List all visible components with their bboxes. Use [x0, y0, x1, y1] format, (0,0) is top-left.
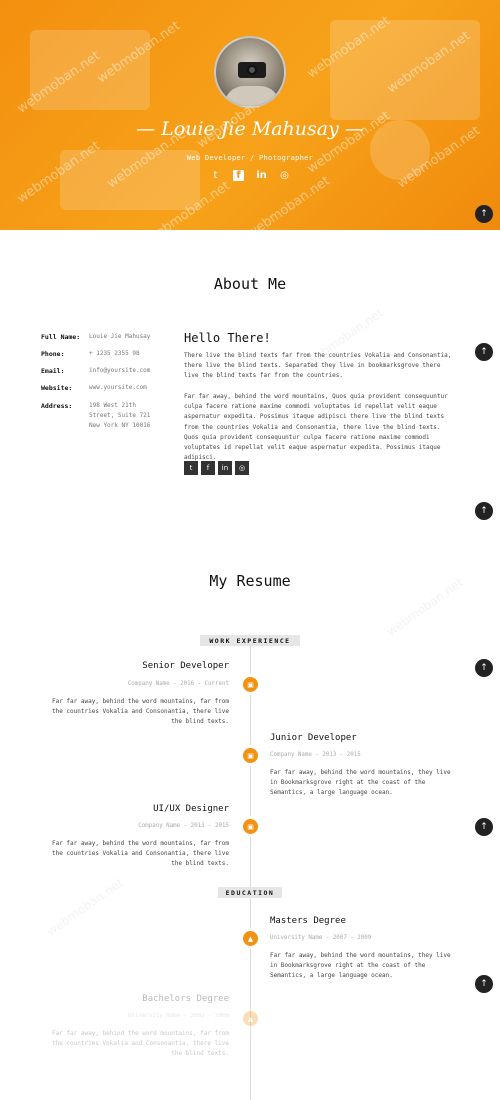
info-value-name: Louie Jie Mahusay: [89, 333, 151, 340]
hero-social-links: t f in ◎: [0, 170, 500, 181]
watermark-text: webmoban.net: [244, 173, 333, 230]
hero-banner: webmoban.net webmoban.net webmoban.net w…: [0, 0, 500, 230]
info-value-website[interactable]: www.yoursite.com: [89, 383, 169, 393]
education-description: Far far away, behind the word mountains,…: [51, 1030, 229, 1058]
linkedin-icon[interactable]: in: [218, 461, 232, 475]
watermark-text: webmoban.net: [44, 875, 126, 939]
graduation-cap-icon: ▲: [243, 1011, 258, 1026]
info-label: Phone:: [41, 350, 65, 358]
info-label: Email:: [41, 367, 65, 375]
arrow-up-icon[interactable]: ↑: [475, 502, 493, 520]
timeline-line: [250, 645, 251, 1100]
job-title: UI/UX Designer: [153, 804, 229, 814]
info-label: Address:: [41, 402, 73, 410]
education-tag: EDUCATION: [218, 887, 282, 898]
education-title: Masters Degree: [270, 916, 346, 926]
about-paragraph: There live the blind texts far from the …: [184, 352, 452, 380]
info-label: Website:: [41, 384, 73, 392]
about-title: About Me: [213, 275, 287, 293]
hero-name: — Louie Jie Mahusay —: [136, 118, 364, 140]
education-meta: University Name - 2007 - 2009: [270, 935, 372, 941]
arrow-up-icon[interactable]: ↑: [475, 343, 493, 361]
job-title: Senior Developer: [142, 661, 229, 671]
work-experience-tag: WORK EXPERIENCE: [200, 635, 300, 646]
arrow-up-icon[interactable]: ↑: [475, 818, 493, 836]
education-meta: University Name - 2002 - 2006: [127, 1013, 229, 1019]
education-title: Bachelors Degree: [142, 994, 229, 1004]
job-meta: Company Name - 2013 - 2015: [138, 823, 229, 829]
twitter-icon[interactable]: t: [184, 461, 198, 475]
twitter-icon[interactable]: t: [210, 170, 221, 181]
briefcase-icon: ▣: [243, 748, 258, 763]
briefcase-icon: ▣: [243, 819, 258, 834]
job-description: Far far away, behind the word mountains,…: [270, 769, 451, 797]
education-description: Far far away, behind the word mountains,…: [270, 952, 451, 980]
about-heading: Hello There!: [184, 331, 271, 345]
about-paragraph: Far far away, behind the word mountains,…: [184, 393, 448, 462]
job-title: Junior Developer: [270, 733, 357, 743]
briefcase-icon: ▣: [243, 677, 258, 692]
info-label: Full Name:: [41, 333, 81, 341]
resume-title: My Resume: [209, 572, 291, 590]
facebook-icon[interactable]: f: [201, 461, 215, 475]
arrow-up-icon[interactable]: ↑: [475, 205, 493, 223]
dribbble-icon[interactable]: ◎: [279, 170, 290, 181]
job-meta: Company Name - 2013 - 2015: [270, 752, 361, 758]
job-meta: Company Name - 2016 - Current: [127, 681, 229, 687]
hero-role: Web Developer / Photographer: [186, 154, 314, 162]
dribbble-icon[interactable]: ◎: [235, 461, 249, 475]
info-value-address: 198 West 21th Street, Suite 721 New York…: [89, 402, 151, 429]
linkedin-icon[interactable]: in: [256, 170, 267, 181]
avatar: [214, 36, 286, 108]
about-social-links: t f in ◎: [184, 461, 249, 475]
info-value-phone: + 1235 2355 98: [89, 350, 140, 357]
facebook-icon[interactable]: f: [233, 170, 244, 181]
graduation-cap-icon: ▲: [243, 931, 258, 946]
arrow-up-icon[interactable]: ↑: [475, 659, 493, 677]
job-description: Far far away, behind the word mountains,…: [51, 698, 229, 726]
info-value-email[interactable]: info@yoursite.com: [89, 366, 169, 376]
job-description: Far far away, behind the word mountains,…: [51, 840, 229, 868]
arrow-up-icon[interactable]: ↑: [475, 975, 493, 993]
